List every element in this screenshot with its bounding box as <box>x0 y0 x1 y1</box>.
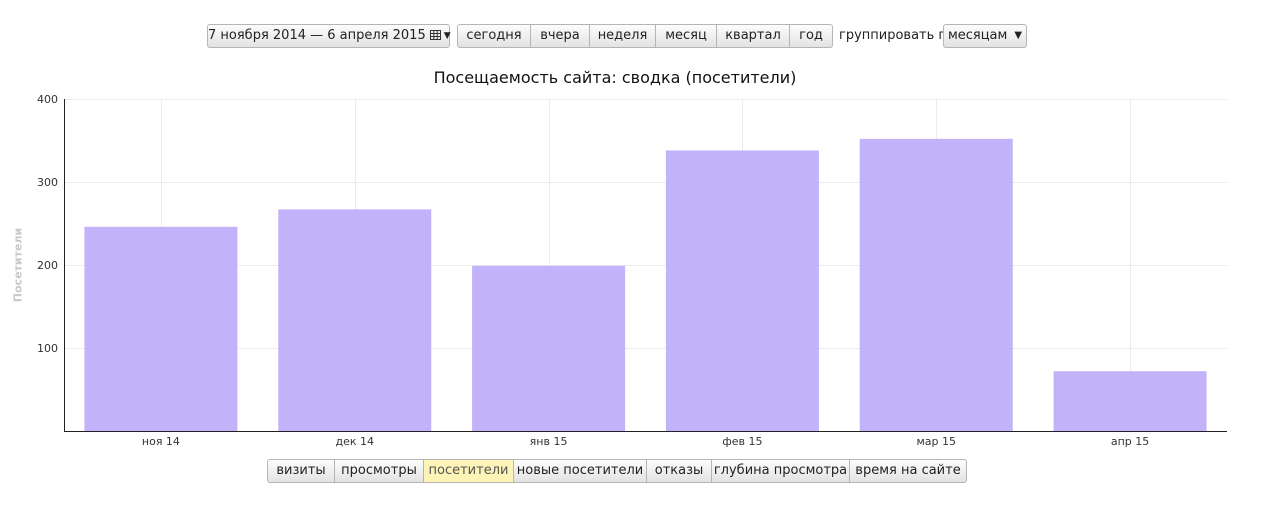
bar <box>278 209 432 431</box>
x-tick-label: ноя 14 <box>142 435 180 448</box>
tab-pageviews[interactable]: просмотры <box>335 459 424 483</box>
bar <box>472 265 626 431</box>
y-tick-label: 100 <box>37 342 58 355</box>
x-tick-label: фев 15 <box>722 435 762 448</box>
bar <box>84 226 238 431</box>
tab-bounces[interactable]: отказы <box>647 459 712 483</box>
bar <box>1053 371 1207 431</box>
x-tick-label: дек 14 <box>335 435 374 448</box>
bar <box>859 138 1013 431</box>
tab-time-on-site[interactable]: время на сайте <box>850 459 967 483</box>
x-tick-label: янв 15 <box>530 435 568 448</box>
y-tick-label: 300 <box>37 176 58 189</box>
metric-tabs: визиты просмотры посетители новые посети… <box>267 459 967 483</box>
tab-page-depth[interactable]: глубина просмотра <box>712 459 850 483</box>
x-tick-label: мар 15 <box>916 435 956 448</box>
bar <box>665 150 819 431</box>
y-tick-label: 200 <box>37 259 58 272</box>
tab-visitors[interactable]: посетители <box>424 459 514 483</box>
y-tick-label: 400 <box>37 93 58 106</box>
tab-new-visitors[interactable]: новые посетители <box>514 459 647 483</box>
tab-visits[interactable]: визиты <box>267 459 335 483</box>
bar-chart: 100 200 300 400 ноя 14 дек 14 янв 15 фев 15 мар … <box>37 93 1227 448</box>
x-tick-label: апр 15 <box>1111 435 1149 448</box>
